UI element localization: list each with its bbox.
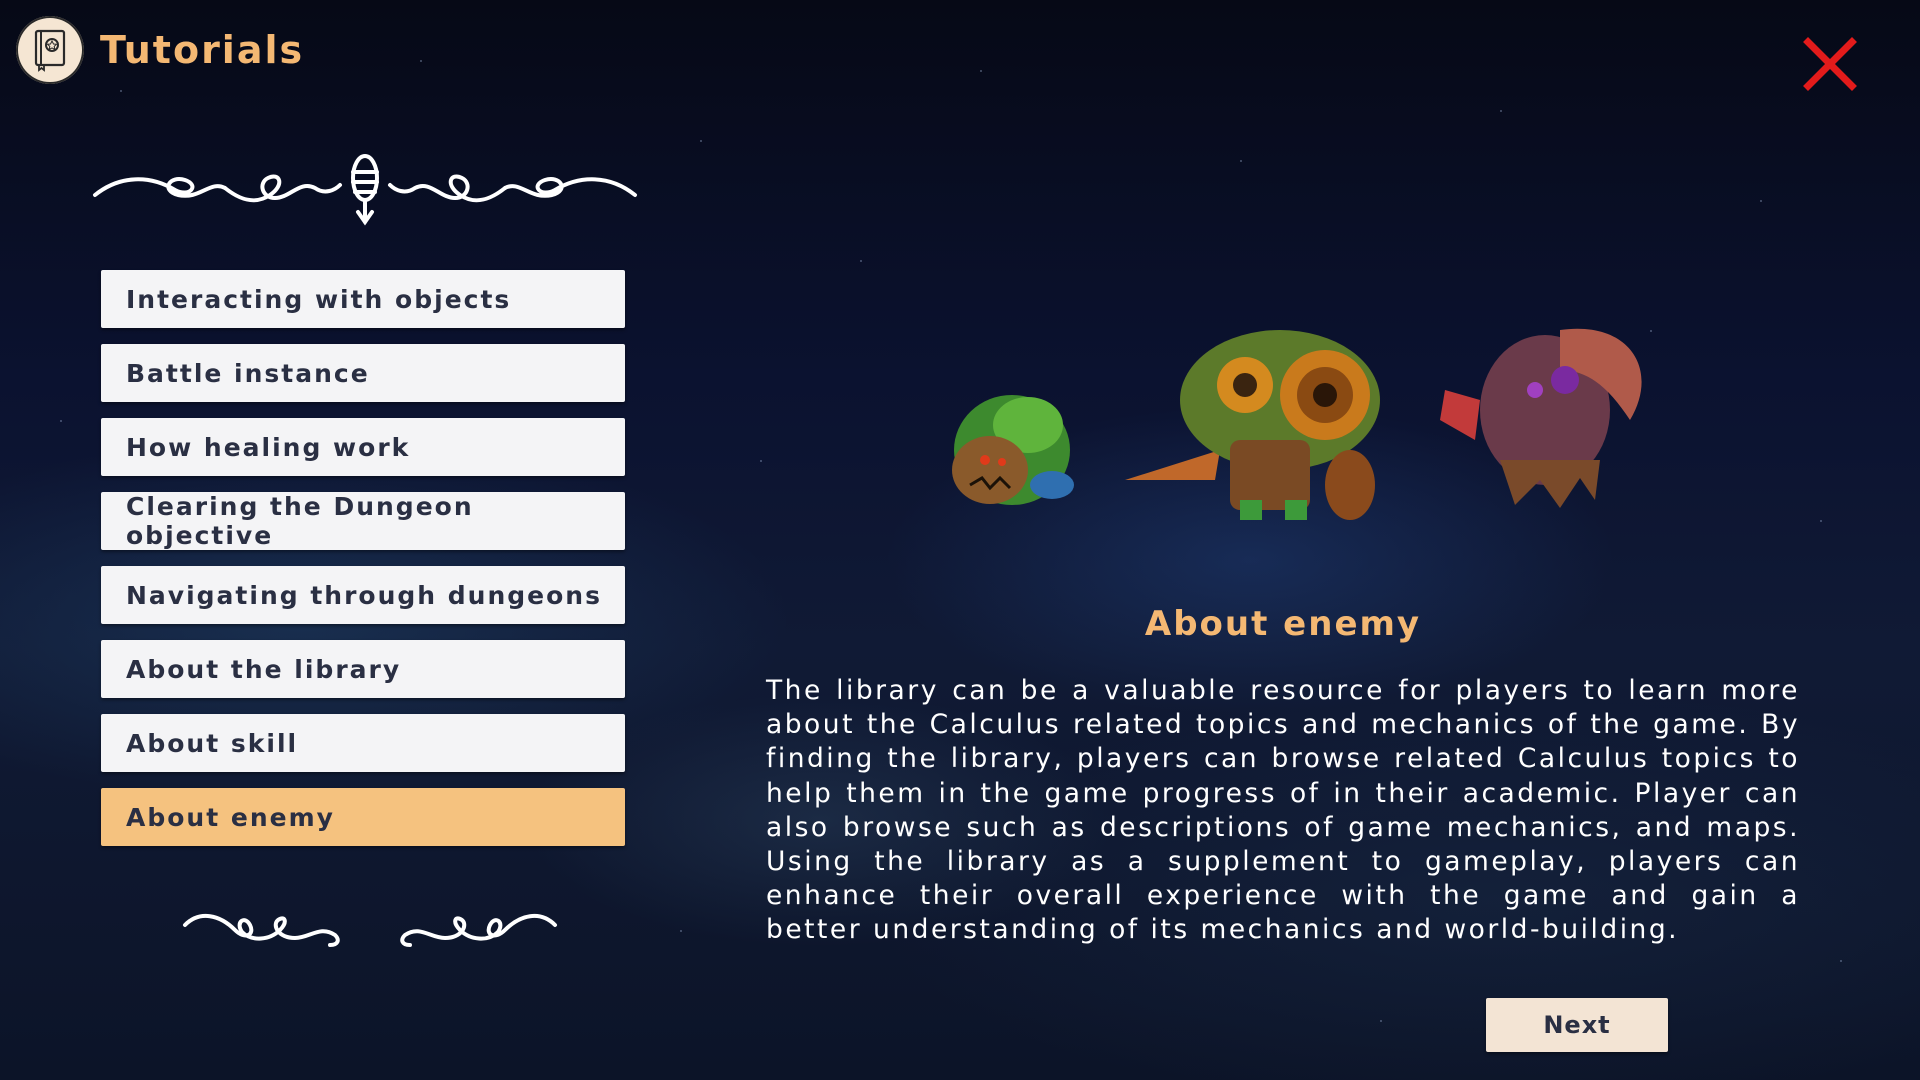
horned-tree-creature-icon	[1440, 328, 1642, 508]
tutorial-book-icon	[16, 16, 84, 84]
menu-item-navigating-dungeons[interactable]: Navigating through dungeons	[101, 566, 625, 624]
menu-item-battle-instance[interactable]: Battle instance	[101, 344, 625, 402]
menu-item-about-skill[interactable]: About skill	[101, 714, 625, 772]
ornament-divider-top	[90, 150, 640, 234]
bush-creature-icon	[952, 395, 1074, 505]
close-icon	[1803, 37, 1857, 91]
owl-tree-creature-icon	[1125, 330, 1380, 520]
header: Tutorials	[16, 16, 304, 84]
ornament-divider-bottom	[180, 900, 560, 964]
menu-item-how-healing-work[interactable]: How healing work	[101, 418, 625, 476]
menu-item-interacting-with-objects[interactable]: Interacting with objects	[101, 270, 625, 328]
menu-item-about-enemy[interactable]: About enemy	[101, 788, 625, 846]
content-title: About enemy	[1144, 604, 1422, 644]
content-body: The library can be a valuable resource f…	[766, 675, 1800, 946]
enemy-showcase	[940, 310, 1670, 530]
menu-item-about-library[interactable]: About the library	[101, 640, 625, 698]
tutorial-menu: Interacting with objects Battle instance…	[101, 270, 625, 862]
next-button[interactable]: Next	[1486, 998, 1668, 1052]
close-button[interactable]	[1800, 34, 1860, 94]
page-title: Tutorials	[100, 28, 305, 72]
menu-item-clearing-dungeon-objective[interactable]: Clearing the Dungeon objective	[101, 492, 625, 550]
